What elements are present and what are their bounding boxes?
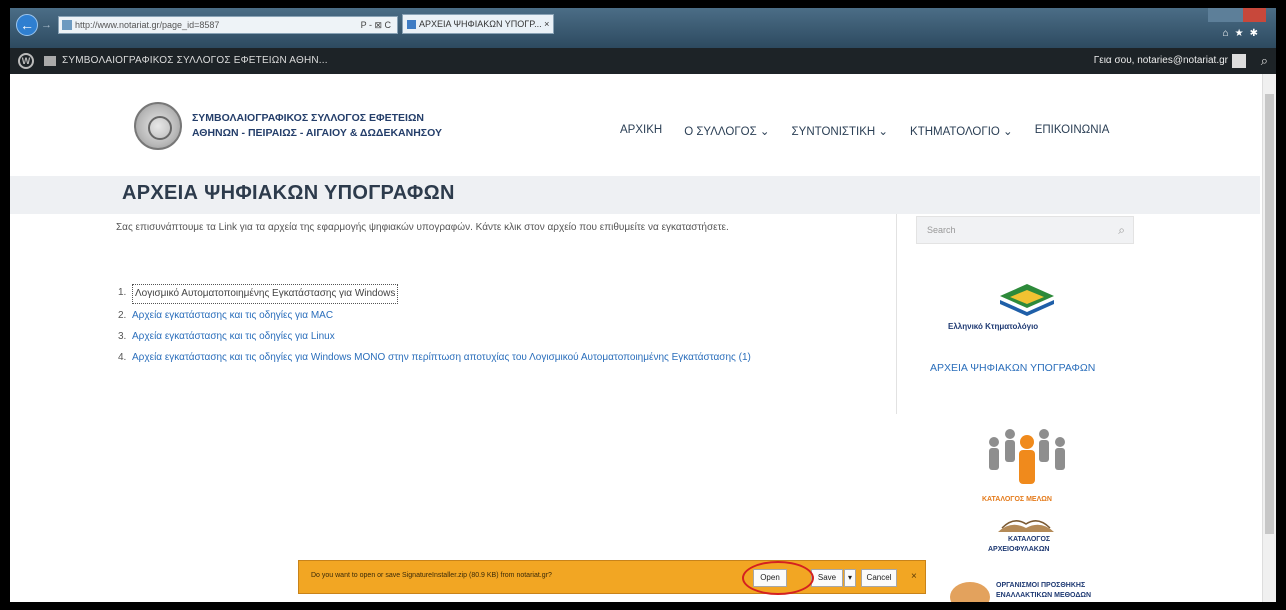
home-icon[interactable]: ⌂ [1223,28,1235,39]
list-number: 4. [118,352,127,363]
home-site-icon[interactable] [44,56,56,66]
nav-association[interactable]: Ο ΣΥΛΛΟΓΟΣ ⌄ [684,124,769,138]
address-text: http://www.notariat.gr/page_id=8587 [75,20,220,30]
book-icon[interactable] [996,512,1056,534]
main-content: Σας επισυνάπτουμε τα Link για τα αρχεία … [10,214,1260,602]
search-placeholder: Search [927,225,956,235]
wp-admin-bar: W ΣΥΜΒΟΛΑΙΟΓΡΑΦΙΚΟΣ ΣΥΛΛΟΓΟΣ ΕΦΕΤΕΙΩΝ ΑΘ… [10,48,1276,74]
list-item: 1. Λογισμικό Αυτοματοποιημένης Εγκατάστα… [118,284,808,304]
search-input[interactable]: Search ⌕ [916,216,1134,244]
list-item: 2. Αρχεία εγκατάστασης και τις οδηγίες γ… [118,307,808,325]
close-icon[interactable]: × [911,571,917,582]
save-button[interactable]: Save [811,569,843,587]
download-message: Do you want to open or save SignatureIns… [311,572,552,579]
sidebar-link-signatures[interactable]: ΑΡΧΕΙΑ ΨΗΦΙΑΚΩΝ ΥΠΟΓΡΑΦΩΝ [930,362,1095,374]
nav-cadastre[interactable]: ΚΤΗΜΑΤΟΛΟΓΙΟ ⌄ [910,124,1013,138]
admin-greeting[interactable]: Γεια σου, notaries@notariat.gr [1094,55,1228,66]
page-icon [62,20,72,30]
logo-title-line2[interactable]: ΑΘΗΝΩΝ - ΠΕΙΡΑΙΩΣ - ΑΙΓΑΙΟΥ & ΔΩΔΕΚΑΝΗΣΟ… [192,127,442,139]
tab-favicon-icon [407,20,416,29]
organization-icon[interactable] [950,582,990,602]
archive-label-line1[interactable]: ΚΑΤΑΛΟΓΟΣ [1008,536,1050,543]
members-label[interactable]: ΚΑΤΑΛΟΓΟΣ ΜΕΛΩΝ [982,496,1052,503]
forward-icon[interactable]: → [41,17,55,33]
wordpress-icon[interactable]: W [18,53,34,69]
page-scrollbar[interactable] [1262,74,1276,602]
nav-coordinating[interactable]: ΣΥΝΤΟΝΙΣΤΙΚΗ ⌄ [792,124,888,138]
gear-icon[interactable]: ✱ [1250,28,1264,39]
intro-text: Σας επισυνάπτουμε τα Link για τα αρχεία … [116,222,729,233]
download-notification-bar: Do you want to open or save SignatureIns… [298,560,926,594]
tab-title: ΑΡΧΕΙΑ ΨΗΦΙΑΚΩΝ ΥΠΟΓΡ... × [419,19,550,29]
org-label-line2[interactable]: ΕΝΑΛΛΑΚΤΙΚΩΝ ΜΕΘΟΔΩΝ [996,592,1091,599]
admin-site-name[interactable]: ΣΥΜΒΟΛΑΙΟΓΡΑΦΙΚΟΣ ΣΥΛΛΟΓΟΣ ΕΦΕΤΕΙΩΝ ΑΘΗΝ… [62,55,328,66]
list-number: 3. [118,331,127,342]
download-links-list: 1. Λογισμικό Αυτοματοποιημένης Εγκατάστα… [118,284,808,370]
browser-window: ← → http://www.notariat.gr/page_id=8587 … [10,8,1276,602]
list-number: 2. [118,310,127,321]
save-options-chevron-down-icon[interactable]: ▾ [844,569,856,587]
link-windows-installer[interactable]: Λογισμικό Αυτοματοποιημένης Εγκατάστασης… [132,284,399,304]
org-label-line1[interactable]: ΟΡΓΑΝΙΣΜΟΙ ΠΡΟΣΘΗΚΗΣ [996,582,1085,589]
back-icon[interactable]: ← [16,14,38,36]
highlight-circle [742,561,814,595]
tab-active[interactable]: ΑΡΧΕΙΑ ΨΗΦΙΑΚΩΝ ΥΠΟΓΡ... × [402,14,554,34]
page-title: ΑΡΧΕΙΑ ΨΗΦΙΑΚΩΝ ΥΠΟΓΡΑΦΩΝ [122,182,455,204]
sidebar: Search ⌕ Ελληνικό Κτηματολόγιο ΑΡΧΕΙΑ ΨΗ… [896,214,1146,602]
seal-icon[interactable] [134,102,182,150]
site-header: ΣΥΜΒΟΛΑΙΟΓΡΑΦΙΚΟΣ ΣΥΛΛΟΓΟΣ ΕΦΕΤΕΙΩΝ ΑΘΗΝ… [10,74,1276,182]
link-linux[interactable]: Αρχεία εγκατάστασης και τις οδηγίες για … [132,328,335,346]
search-icon[interactable]: ⌕ [1118,217,1125,243]
nav-home[interactable]: ΑΡΧΙΚΗ [620,124,662,138]
search-icon[interactable]: ⌕ [1261,53,1268,69]
cancel-button[interactable]: Cancel [861,569,897,587]
main-nav: ΑΡΧΙΚΗ Ο ΣΥΛΛΟΓΟΣ ⌄ ΣΥΝΤΟΝΙΣΤΙΚΗ ⌄ ΚΤΗΜΑ… [620,124,1131,138]
title-band: ΑΡΧΕΙΑ ΨΗΦΙΑΚΩΝ ΥΠΟΓΡΑΦΩΝ [10,176,1260,214]
star-icon[interactable]: ★ [1235,28,1250,39]
link-mac[interactable]: Αρχεία εγκατάστασης και τις οδηγίες για … [132,307,333,325]
link-windows-manual[interactable]: Αρχεία εγκατάστασης και τις οδηγίες για … [132,349,751,367]
nav-contact[interactable]: ΕΠΙΚΟΙΝΩΝΙΑ [1035,124,1110,138]
address-tools[interactable]: P - ⊠ C [361,17,391,33]
list-item: 4. Αρχεία εγκατάστασης και τις οδηγίες γ… [118,349,808,367]
cadastre-logo-icon[interactable] [992,282,1062,318]
browser-chrome: ← → http://www.notariat.gr/page_id=8587 … [10,8,1276,48]
list-item: 3. Αρχεία εγκατάστασης και τις οδηγίες γ… [118,328,808,346]
members-icon[interactable] [982,420,1072,490]
list-number: 1. [118,287,127,298]
logo-title-line1[interactable]: ΣΥΜΒΟΛΑΙΟΓΡΑΦΙΚΟΣ ΣΥΛΛΟΓΟΣ ΕΦΕΤΕΙΩΝ [192,112,424,124]
scrollbar-thumb[interactable] [1265,94,1274,534]
archive-label-line2[interactable]: ΑΡΧΕΙΟΦΥΛΑΚΩΝ [988,546,1049,553]
avatar[interactable] [1232,54,1246,68]
window-controls[interactable] [1208,8,1266,22]
address-bar[interactable]: http://www.notariat.gr/page_id=8587 P - … [58,16,398,34]
cadastre-label[interactable]: Ελληνικό Κτηματολόγιο [948,322,1038,331]
